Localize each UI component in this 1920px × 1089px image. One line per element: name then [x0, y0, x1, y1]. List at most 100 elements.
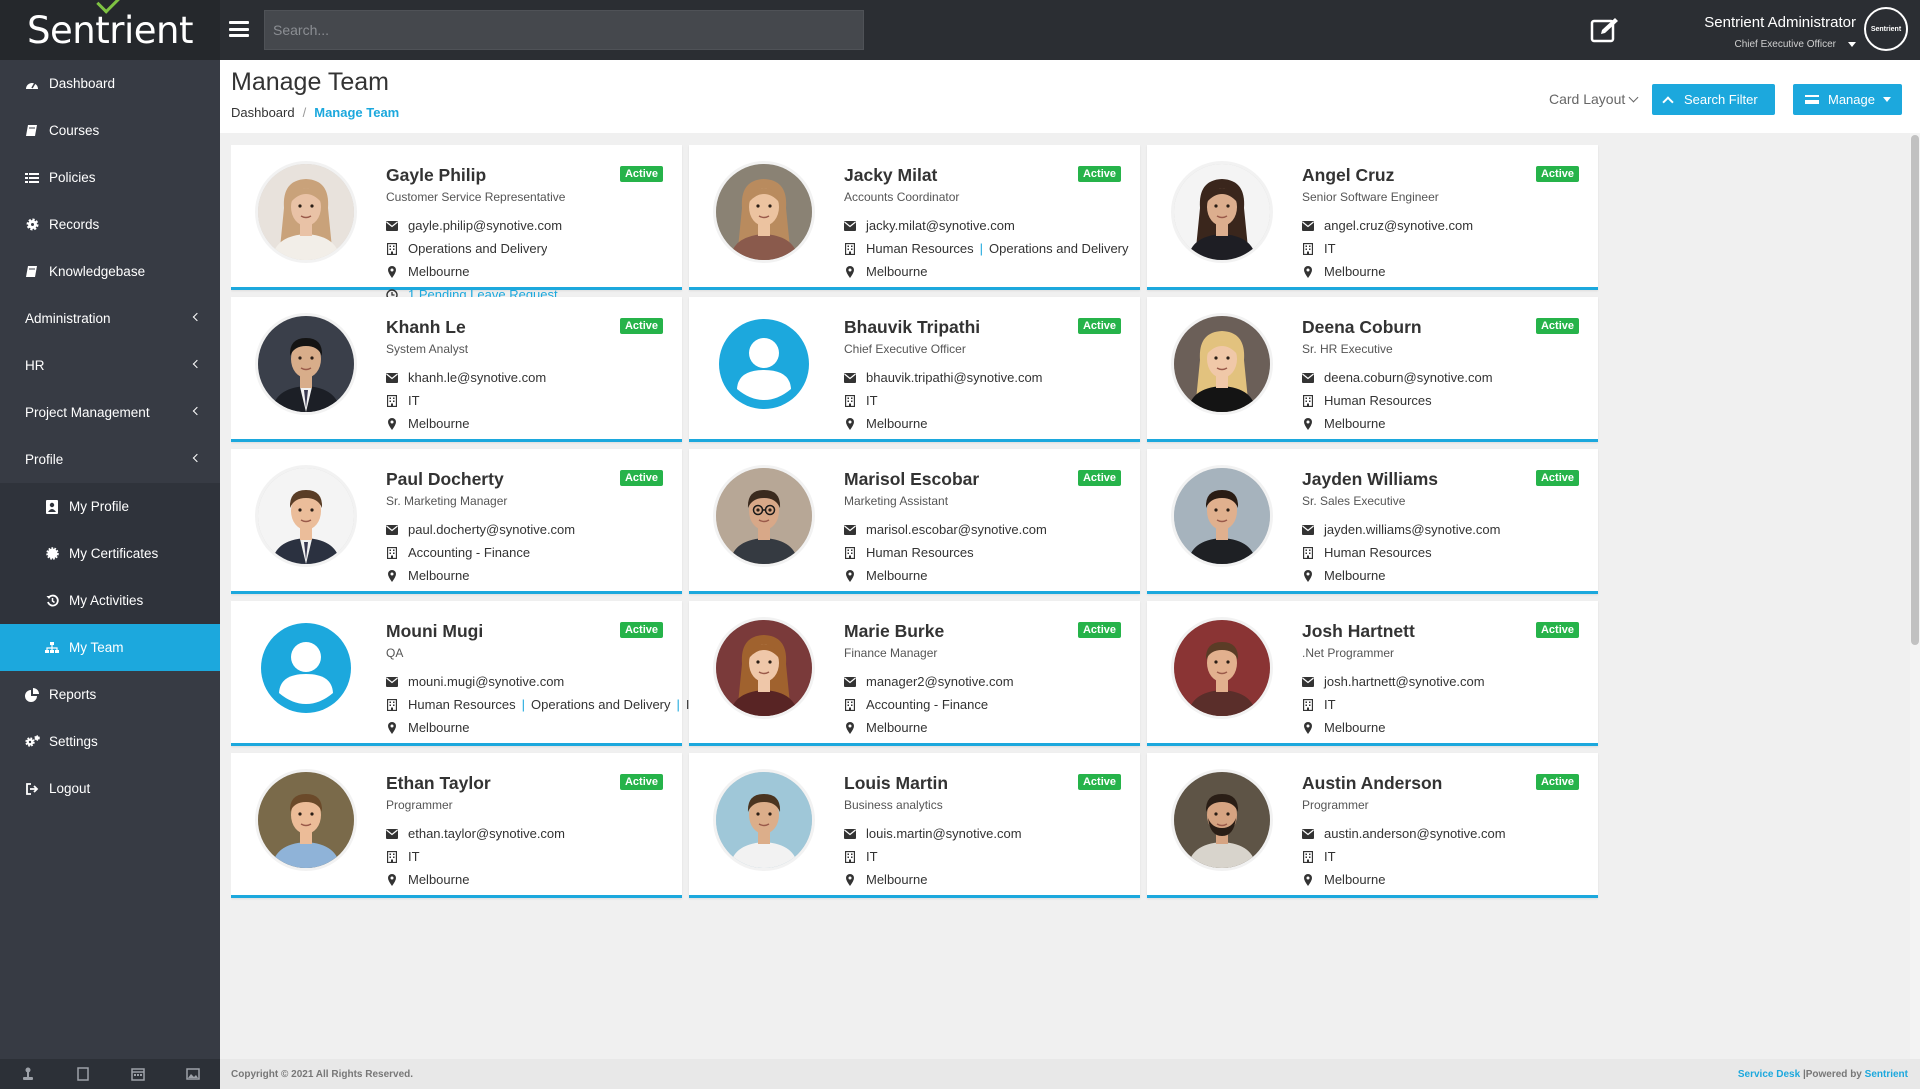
member-avatar[interactable]: [258, 164, 354, 260]
image-icon[interactable]: [185, 1067, 200, 1081]
member-name[interactable]: Deena Coburn: [1302, 317, 1422, 338]
search-filter-button[interactable]: Search Filter: [1652, 84, 1775, 115]
team-member-card[interactable]: Jacky Milat Accounts Coordinator Active jac…: [689, 145, 1140, 290]
team-member-card[interactable]: Paul Docherty Sr. Marketing Manager Active…: [231, 449, 682, 594]
member-email[interactable]: josh.hartnett@synotive.com: [1324, 674, 1485, 689]
member-name[interactable]: Ethan Taylor: [386, 773, 491, 794]
member-email[interactable]: ethan.taylor@synotive.com: [408, 826, 565, 841]
member-name[interactable]: Mouni Mugi: [386, 621, 483, 642]
user-menu-caret-icon[interactable]: [1848, 42, 1856, 47]
member-department-row: IT: [1302, 697, 1336, 712]
manage-button[interactable]: Manage: [1793, 84, 1902, 115]
member-email[interactable]: gayle.philip@synotive.com: [408, 218, 562, 233]
team-member-card[interactable]: Gayle Philip Customer Service Representat…: [231, 145, 682, 302]
sidebar-item-dashboard[interactable]: Dashboard: [0, 60, 220, 107]
team-member-card[interactable]: Austin Anderson Programmer Active austin.an…: [1147, 753, 1598, 898]
powered-brand-link[interactable]: Sentrient: [1865, 1069, 1908, 1080]
member-name[interactable]: Josh Hartnett: [1302, 621, 1415, 642]
team-member-card[interactable]: Khanh Le System Analyst Active khanh.le@syn…: [231, 297, 682, 442]
member-email[interactable]: mouni.mugi@synotive.com: [408, 674, 564, 689]
member-department-row: Human Resources: [1302, 545, 1432, 560]
edit-note-icon[interactable]: [1590, 16, 1622, 44]
user-name[interactable]: Sentrient Administrator: [1704, 14, 1856, 31]
member-name[interactable]: Khanh Le: [386, 317, 466, 338]
team-member-card[interactable]: Angel Cruz Senior Software Engineer Active…: [1147, 145, 1598, 290]
member-name[interactable]: Angel Cruz: [1302, 165, 1394, 186]
sidebar-item-administration[interactable]: Administration: [0, 295, 220, 342]
sidebar-item-settings[interactable]: Settings: [0, 718, 220, 765]
member-avatar[interactable]: [258, 468, 354, 564]
member-avatar[interactable]: [258, 620, 354, 716]
member-email[interactable]: marisol.escobar@synotive.com: [866, 522, 1047, 537]
team-member-card[interactable]: Deena Coburn Sr. HR Executive Active deena.…: [1147, 297, 1598, 442]
sidebar-item-policies[interactable]: Policies: [0, 154, 220, 201]
member-avatar[interactable]: [1174, 468, 1270, 564]
member-email[interactable]: manager2@synotive.com: [866, 674, 1014, 689]
member-avatar[interactable]: [716, 620, 812, 716]
member-name[interactable]: Marisol Escobar: [844, 469, 979, 490]
team-member-card[interactable]: Ethan Taylor Programmer Active ethan.taylor…: [231, 753, 682, 898]
joystick-icon[interactable]: [21, 1067, 35, 1081]
member-email[interactable]: bhauvik.tripathi@synotive.com: [866, 370, 1043, 385]
member-email[interactable]: jayden.williams@synotive.com: [1324, 522, 1500, 537]
sidebar-item-my-profile[interactable]: My Profile: [0, 483, 220, 530]
member-department-row: Human Resources | Operations and Delivery: [844, 241, 1129, 256]
member-avatar[interactable]: [716, 468, 812, 564]
member-avatar[interactable]: [716, 316, 812, 412]
scrollbar-thumb[interactable]: [1911, 135, 1919, 645]
member-avatar[interactable]: [1174, 164, 1270, 260]
breadcrumb-home[interactable]: Dashboard: [231, 105, 295, 120]
document-icon[interactable]: [76, 1067, 90, 1081]
member-name[interactable]: Paul Docherty: [386, 469, 504, 490]
member-name[interactable]: Austin Anderson: [1302, 773, 1442, 794]
member-avatar[interactable]: [258, 316, 354, 412]
sidebar-item-records[interactable]: Records: [0, 201, 220, 248]
brand-logo[interactable]: Sentrient: [0, 0, 220, 60]
member-email[interactable]: deena.coburn@synotive.com: [1324, 370, 1493, 385]
member-email[interactable]: angel.cruz@synotive.com: [1324, 218, 1473, 233]
team-member-card[interactable]: Marie Burke Finance Manager Active manager2…: [689, 601, 1140, 746]
team-member-card[interactable]: Louis Martin Business analytics Active loui…: [689, 753, 1140, 898]
team-member-card[interactable]: Bhauvik Tripathi Chief Executive Officer A…: [689, 297, 1140, 442]
card-layout-dropdown[interactable]: Card Layout: [1549, 91, 1639, 107]
sidebar-item-my-team[interactable]: My Team: [0, 624, 220, 671]
team-member-card[interactable]: Jayden Williams Sr. Sales Executive Active…: [1147, 449, 1598, 594]
sidebar-item-logout[interactable]: Logout: [0, 765, 220, 812]
member-email[interactable]: louis.martin@synotive.com: [866, 826, 1022, 841]
member-avatar[interactable]: [258, 772, 354, 868]
member-name[interactable]: Marie Burke: [844, 621, 944, 642]
member-avatar[interactable]: [1174, 772, 1270, 868]
member-name[interactable]: Jayden Williams: [1302, 469, 1438, 490]
sidebar-item-my-certificates[interactable]: My Certificates: [0, 530, 220, 577]
member-department: Accounting - Finance: [408, 545, 531, 560]
member-avatar[interactable]: [1174, 620, 1270, 716]
sidebar-item-reports[interactable]: Reports: [0, 671, 220, 718]
calendar-icon[interactable]: [130, 1067, 145, 1081]
sidebar-item-hr[interactable]: HR: [0, 342, 220, 389]
team-member-card[interactable]: Mouni Mugi QA Active mouni.mugi@synotive.co…: [231, 601, 739, 746]
user-avatar[interactable]: Sentrient: [1864, 7, 1908, 51]
team-member-card[interactable]: Josh Hartnett .Net Programmer Active josh.h…: [1147, 601, 1598, 746]
dashboard-icon: [24, 77, 40, 91]
member-name[interactable]: Gayle Philip: [386, 165, 486, 186]
member-avatar[interactable]: [1174, 316, 1270, 412]
member-name[interactable]: Bhauvik Tripathi: [844, 317, 980, 338]
sidebar-item-courses[interactable]: Courses: [0, 107, 220, 154]
search-input[interactable]: [264, 10, 864, 50]
sidebar-item-my-activities[interactable]: My Activities: [0, 577, 220, 624]
member-email[interactable]: khanh.le@synotive.com: [408, 370, 546, 385]
hamburger-menu-icon[interactable]: [229, 21, 249, 37]
service-desk-link[interactable]: Service Desk: [1738, 1069, 1800, 1080]
team-member-card[interactable]: Marisol Escobar Marketing Assistant Active…: [689, 449, 1140, 594]
sidebar-item-profile[interactable]: Profile: [0, 436, 220, 483]
member-avatar[interactable]: [716, 772, 812, 868]
member-email[interactable]: paul.docherty@synotive.com: [408, 522, 575, 537]
member-avatar[interactable]: [716, 164, 812, 260]
member-email[interactable]: austin.anderson@synotive.com: [1324, 826, 1506, 841]
member-name[interactable]: Jacky Milat: [844, 165, 937, 186]
sidebar-item-knowledgebase[interactable]: Knowledgebase: [0, 248, 220, 295]
member-name[interactable]: Louis Martin: [844, 773, 948, 794]
sidebar-item-project-management[interactable]: Project Management: [0, 389, 220, 436]
status-badge: Active: [1077, 774, 1121, 790]
member-email[interactable]: jacky.milat@synotive.com: [866, 218, 1015, 233]
